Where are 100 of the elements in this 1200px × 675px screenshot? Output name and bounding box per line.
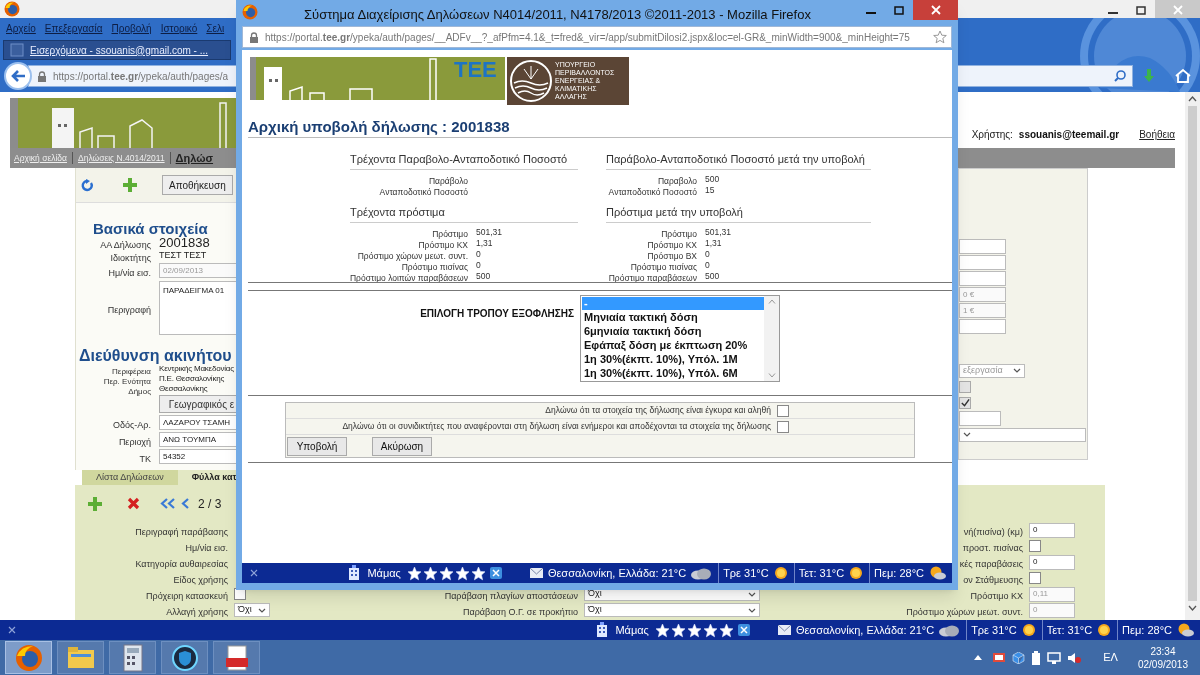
section-title: Τρέχοντα πρόστιμα	[350, 204, 578, 223]
taskbar-button[interactable]	[5, 641, 52, 674]
up-caret-icon[interactable]	[974, 655, 983, 660]
down-caret-icon	[1188, 605, 1197, 611]
section-title: Τρέχοντα Παραβολο-Ανταποδοτικό Ποσοστό	[350, 151, 578, 170]
input-field[interactable]	[959, 319, 1006, 334]
field-value: 0	[476, 258, 481, 272]
dropdown[interactable]: Όχι	[584, 603, 760, 617]
close-icon[interactable]	[489, 567, 502, 579]
checkbox[interactable]	[777, 404, 789, 417]
browser-icon	[14, 643, 43, 672]
flag-icon[interactable]	[992, 651, 1007, 664]
network-icon[interactable]	[1047, 651, 1062, 664]
taskbar-button[interactable]	[213, 641, 260, 674]
field-label: κές παραβάσεις	[959, 559, 1023, 569]
star-icon	[422, 565, 438, 581]
field-label: Αλλαγή χρήσης	[166, 607, 228, 617]
help-link[interactable]: Βοήθεια	[1139, 127, 1175, 142]
close-button[interactable]	[913, 0, 958, 20]
speaker-icon[interactable]	[1067, 651, 1082, 664]
page-heading: Αρχική υποβολή δήλωσης : 2001838	[248, 117, 511, 136]
location-weather: Θεσσαλονίκη, Ελλάδα: 21°C	[547, 565, 687, 581]
forecast-day: Τετ: 31°C	[798, 564, 845, 582]
declaration-text: Δηλώνω ότι οι συνιδικτήτες που αναφέρονται στη δήλωση είναι ενήμεροι και αποδέχονται τα στοιχεία της δήλωσης	[342, 420, 771, 433]
input-field[interactable]	[959, 271, 1006, 286]
input-field[interactable]: 0	[1029, 554, 1075, 570]
field-label: Ημ/νία εισ.	[108, 267, 151, 278]
previous-page-icon[interactable]	[181, 498, 190, 509]
forecast-day: Πεμ: 28°C	[1122, 621, 1172, 639]
box-icon[interactable]	[1012, 651, 1026, 664]
envelope-icon	[529, 568, 543, 578]
plus-icon[interactable]	[87, 495, 103, 512]
field-label: ΕΠΙΛΟΓΗ ΤΡΟΠΟΥ ΕΞΟΦΛΗΣΗΣ	[420, 308, 574, 319]
field-value: 0	[476, 247, 481, 261]
close-icon[interactable]	[250, 569, 258, 577]
shield-icon	[170, 643, 199, 672]
list-option[interactable]: Μηνιαία τακτική δόση	[582, 310, 764, 324]
field-label: Περιγραφή παράβασης	[135, 527, 228, 537]
payment-listbox[interactable]: - Μηνιαία τακτική δόση 6μηνιαία τακτική δόση Εφάπαξ δόση με έκπτωση 20% 1η 30%(έκπτ. 10%), Υπόλ. 1Μ 1η 30%(έκπτ. 10%), Υπόλ. 6Μ	[580, 295, 780, 382]
field-value: 501,31	[476, 225, 502, 239]
location-weather: Θεσσαλονίκη, Ελλάδα: 21°C	[795, 622, 935, 638]
clock-time[interactable]: 23:34	[1150, 644, 1176, 658]
input-field[interactable]	[959, 239, 1006, 254]
back-button[interactable]	[4, 62, 32, 90]
star-icon	[470, 565, 486, 581]
list-option[interactable]: 1η 30%(έκπτ. 10%), Υπόλ. 6Μ	[582, 366, 764, 380]
field-label: νή(πισίνα) (κμ)	[963, 527, 1023, 537]
page-counter: 2 / 3	[198, 495, 222, 513]
taskbar-button[interactable]	[161, 641, 208, 674]
first-page-icon[interactable]	[160, 498, 176, 509]
input-field[interactable]	[959, 411, 1001, 426]
field-value: 0	[705, 258, 710, 272]
field-label: Περιγραφή	[107, 304, 151, 315]
refresh-icon[interactable]	[81, 178, 94, 192]
field-value: 0	[705, 247, 710, 261]
field-value: 501,31	[705, 225, 731, 239]
close-button[interactable]	[1155, 0, 1200, 20]
dropdown[interactable]: Όχι	[234, 603, 270, 617]
form-button[interactable]: Υποβολή	[287, 436, 347, 456]
list-option[interactable]: Εφάπαξ δόση με έκπτωση 20%	[582, 338, 764, 352]
search-icon[interactable]	[1114, 70, 1126, 82]
close-icon[interactable]	[8, 626, 16, 634]
field-label: Πρόστιμο λοιπών παραβάσεων	[349, 273, 468, 283]
form-button[interactable]: Ακύρωση	[372, 436, 432, 456]
checkbox[interactable]	[1029, 572, 1041, 584]
language-indicator[interactable]: ΕΛ	[1103, 649, 1118, 666]
field-value: Κεντρικής Μακεδονίας	[159, 364, 234, 375]
delete-icon[interactable]	[127, 497, 140, 510]
lock-icon	[37, 70, 47, 82]
tab[interactable]: Λίστα Δηλώσεων	[82, 470, 178, 485]
browser-tab[interactable]: Εισερχόμενα - ssouanis@gmail.com - ...	[3, 40, 231, 60]
scrollbar[interactable]	[1185, 92, 1200, 620]
nav-link[interactable]: Δηλώσ	[175, 149, 214, 167]
star-icon	[654, 622, 670, 638]
minimize-icon	[866, 12, 876, 14]
field-label: Δήμος	[128, 387, 151, 396]
star-icon	[702, 622, 718, 638]
field-label: Παράβαση πλαγίων αποστάσεων	[444, 591, 578, 601]
close-icon[interactable]	[737, 624, 750, 636]
clock-date[interactable]: 02/09/2013	[1137, 657, 1188, 671]
input-field[interactable]	[959, 255, 1006, 270]
list-option[interactable]: 1η 30%(έκπτ. 10%), Υπόλ. 1Μ	[582, 352, 764, 366]
field-label: Πρόστιμο ΚΧ	[647, 240, 697, 250]
save-button[interactable]: Αποθήκευση	[162, 175, 233, 195]
field-label: Πρόστιμο ΒΧ	[647, 251, 697, 261]
battery-icon[interactable]	[1031, 650, 1042, 665]
plus-icon[interactable]	[122, 177, 138, 193]
bookmark-star-icon[interactable]	[933, 30, 947, 44]
checkbox[interactable]	[777, 420, 789, 433]
field-label: Κατηγορία αυθαιρεσίας	[135, 559, 228, 569]
list-option[interactable]: 6μηνιαία τακτική δόση	[582, 324, 764, 338]
checkbox[interactable]	[1029, 540, 1041, 552]
field-label: Πρόστιμο πισίνας	[401, 262, 468, 272]
emblem-icon	[507, 57, 555, 105]
field-label: Πρόχειρη κατασκευή	[146, 591, 228, 601]
input-field[interactable]: 0	[1029, 522, 1075, 538]
star-icon	[438, 565, 454, 581]
forecast-day: Τετ: 31°C	[1046, 621, 1093, 639]
taskbar-button[interactable]	[109, 641, 156, 674]
home-icon[interactable]	[1175, 69, 1191, 83]
